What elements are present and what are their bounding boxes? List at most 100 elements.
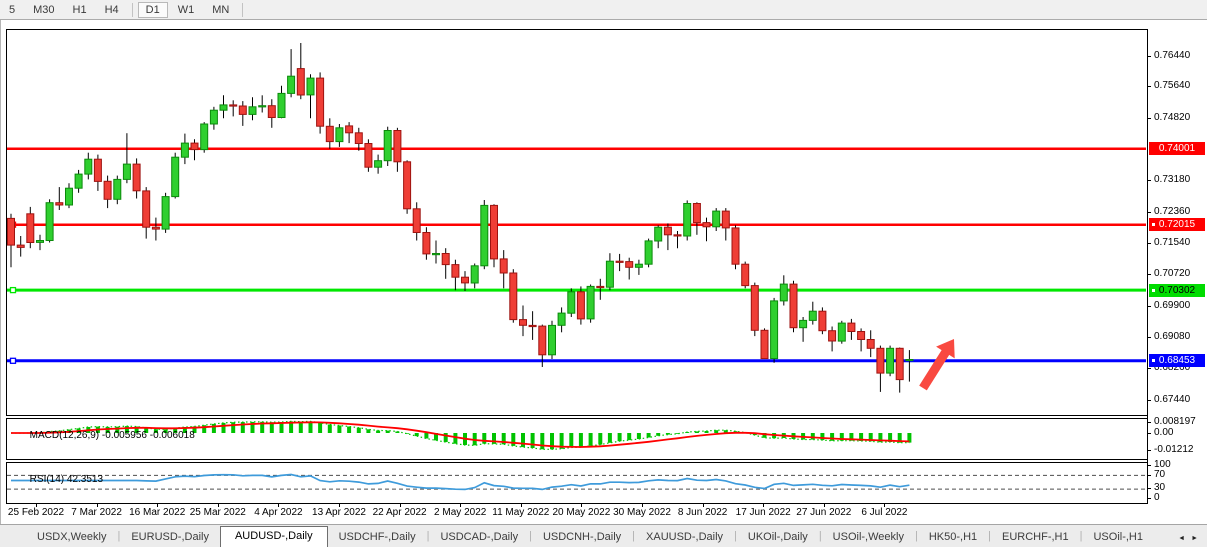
tab-usdx-weekly[interactable]: USDX,Weekly [26,528,117,547]
timeframe-m30[interactable]: M30 [25,2,62,18]
candle-body-down [529,325,536,326]
date-label: 27 Jun 2022 [796,507,851,518]
candle-body-up [780,284,787,301]
candle-body-up [645,241,652,264]
price-tick-label: 0.76440 [1154,50,1190,61]
candle-body-down [317,78,324,126]
candle-body-down [616,261,623,262]
price-chart-canvas[interactable] [7,30,1146,415]
candle-body-down [191,143,198,150]
tab-xauusd-daily[interactable]: XAUUSD-,Daily [635,528,734,547]
candle-body-up [800,320,807,327]
timeframe-5[interactable]: 5 [1,2,23,18]
tab-usoil-h1[interactable]: USOil-,H1 [1082,528,1154,547]
tab-audusd-daily[interactable]: AUDUSD-,Daily [220,526,328,547]
rsi-pane[interactable] [6,462,1147,504]
candle-body-down [94,159,101,181]
candle-body-up [471,266,478,283]
candle-body-up [606,261,613,287]
rsi-tick-mark [1147,475,1151,476]
timeframe-w1[interactable]: W1 [170,2,203,18]
timeframe-h1[interactable]: H1 [65,2,95,18]
macd-tick-label: -0.01212 [1154,444,1193,455]
candle-body-down [365,144,372,168]
tab-eurchf-h1[interactable]: EURCHF-,H1 [991,528,1080,547]
price-tick-mark [1147,118,1151,119]
hline-flag-handle[interactable] [1151,222,1156,227]
price-tick-mark [1147,180,1151,181]
candle-body-down [539,326,546,355]
toolbar-separator [132,3,133,17]
candle-body-up [37,241,44,243]
candle-body-down [268,106,275,118]
candle-body-up [278,93,285,117]
candle-body-down [423,233,430,254]
rsi-value: 42.3513 [67,474,103,485]
tab-usdcad-daily[interactable]: USDCAD-,Daily [429,528,529,547]
candle-body-up [838,323,845,341]
price-tick-mark [1147,368,1151,369]
candles-group [8,43,913,393]
candle-body-down [877,348,884,373]
candle-body-up [906,360,913,361]
candle-body-up [66,188,73,205]
tab-usdchf-daily[interactable]: USDCHF-,Daily [328,528,427,547]
tab-scroll-arrows: ◄► [1178,535,1204,542]
macd-tick-label: 0.00 [1154,427,1173,438]
candle-body-up [549,325,556,354]
hline-flag-handle[interactable] [1151,358,1156,363]
price-flag-070302: 0.70302 [1149,284,1205,297]
tab-usoil-weekly[interactable]: USOil-,Weekly [822,528,915,547]
price-tick-mark [1147,274,1151,275]
tab-usdcnh-daily[interactable]: USDCNH-,Daily [532,528,632,547]
macd-tick-mark [1147,422,1151,423]
date-label: 25 Feb 2022 [8,507,64,518]
candle-body-up [307,78,314,95]
price-pane[interactable] [6,29,1147,416]
timeframe-d1[interactable]: D1 [138,2,168,18]
candle-body-down [326,126,333,141]
candle-body-down [355,133,362,144]
tab-ukoil-daily[interactable]: UKOil-,Daily [737,528,819,547]
up-arrow-annotation[interactable] [919,339,955,390]
date-axis[interactable]: 25 Feb 20227 Mar 202216 Mar 202225 Mar 2… [1,504,1207,524]
candle-body-up [655,227,662,241]
tab-hk50-h1[interactable]: HK50-,H1 [918,528,988,547]
candle-body-down [442,254,449,265]
macd-tick-label: 0.008197 [1154,416,1196,427]
candle-body-down [597,286,604,287]
price-tick-mark [1147,212,1151,213]
candle-body-up [384,131,391,161]
chart-tabbar: USDX,Weekly|EURUSD-,DailyAUDUSD-,DailyUS… [0,524,1207,547]
candle-body-down [133,164,140,191]
macd-values: -0.005956 -0.006018 [102,430,195,441]
price-tick-label: 0.69900 [1154,300,1190,311]
timeframe-h4[interactable]: H4 [97,2,127,18]
rsi-tick-mark [1147,465,1151,466]
hline-handle[interactable] [11,358,16,363]
candle-body-up [635,264,642,267]
rsi-canvas[interactable] [7,463,1146,503]
tab-eurusd-daily[interactable]: EURUSD-,Daily [120,528,220,547]
candle-body-down [790,284,797,328]
tab-scroll-left-icon[interactable]: ◄ [1178,535,1191,542]
candle-body-down [17,245,24,247]
price-flag-068453: 0.68453 [1149,354,1205,367]
candle-body-up [162,197,169,230]
rsi-indicator-label: RSI(14) 42.3513 [13,463,103,496]
candle-body-down [742,264,749,285]
candle-body-down [500,259,507,273]
price-tick-label: 0.70720 [1154,268,1190,279]
chart-window: ▼AUDUSD-,Daily0.684770.687330.679080.684… [0,20,1207,524]
candle-body-down [27,214,34,243]
tab-scroll-right-icon[interactable]: ► [1191,535,1204,542]
candle-body-up [568,292,575,313]
candle-body-down [8,218,15,245]
price-tick-label: 0.73180 [1154,174,1190,185]
date-label: 2 May 2022 [434,507,486,518]
hline-handle[interactable] [11,288,16,293]
timeframe-mn[interactable]: MN [204,2,237,18]
hline-flag-handle[interactable] [1151,288,1156,293]
candle-body-down [143,191,150,227]
date-label: 6 Jul 2022 [861,507,907,518]
